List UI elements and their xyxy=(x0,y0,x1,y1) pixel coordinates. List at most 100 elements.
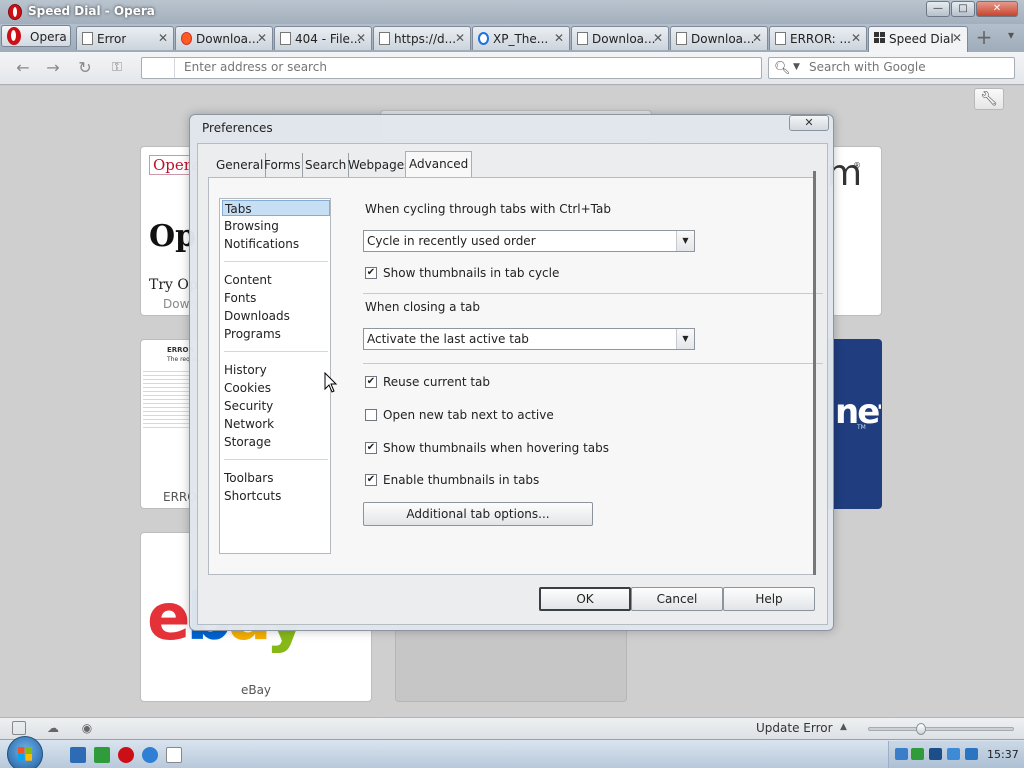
tab-error[interactable]: Error ✕ xyxy=(76,26,174,50)
speed-dial-tile-empty[interactable] xyxy=(395,626,627,702)
category-security[interactable]: Security xyxy=(222,398,330,414)
checkbox-checked-icon[interactable]: ✔ xyxy=(365,442,377,454)
minimize-button[interactable]: — xyxy=(926,1,950,17)
update-status-text[interactable]: Update Error xyxy=(756,721,833,735)
tab-download-3[interactable]: Downloa... ✕ xyxy=(670,26,768,50)
opera-taskbar-icon[interactable] xyxy=(118,747,134,763)
tab-close-icon[interactable]: ✕ xyxy=(455,31,465,45)
checkbox-unchecked-icon[interactable] xyxy=(365,409,377,421)
category-network[interactable]: Network xyxy=(222,416,330,432)
maximize-button[interactable]: □ xyxy=(951,1,975,17)
monitor-tray-icon[interactable] xyxy=(929,748,942,760)
tab-close-icon[interactable]: ✕ xyxy=(554,31,564,45)
tab-menu-icon[interactable]: ▾ xyxy=(1000,28,1022,48)
volume-tray-icon[interactable] xyxy=(965,748,978,760)
wrench-icon[interactable]: 🔧︎ xyxy=(974,88,1004,110)
security-tray-icon[interactable] xyxy=(911,748,924,760)
opera-menu-button[interactable]: Opera xyxy=(1,25,71,47)
category-storage[interactable]: Storage xyxy=(222,434,330,450)
speed-dial-tile-m[interactable]: m ® xyxy=(826,146,882,316)
category-shortcuts[interactable]: Shortcuts xyxy=(222,488,330,504)
dropdown-arrow-icon[interactable]: ▼ xyxy=(676,231,694,251)
tile-caption: eBay xyxy=(240,683,272,697)
search-input[interactable] xyxy=(809,60,1009,74)
address-field[interactable] xyxy=(141,57,762,79)
switch-windows-icon[interactable] xyxy=(94,747,110,763)
tab-forms[interactable]: Forms xyxy=(262,153,304,177)
network-tray-icon[interactable] xyxy=(895,748,908,760)
tab-general[interactable]: General xyxy=(214,153,267,177)
tab-search[interactable]: Search xyxy=(303,153,350,177)
tab-close-icon[interactable]: ✕ xyxy=(653,31,663,45)
tab-label: Speed Dial xyxy=(889,32,954,46)
tab-close-icon[interactable]: ✕ xyxy=(851,31,861,45)
closing-tab-select[interactable]: Activate the last active tab ▼ xyxy=(363,328,695,350)
checkbox-label: Show thumbnails when hovering tabs xyxy=(383,441,609,455)
zoom-slider-knob[interactable] xyxy=(916,723,926,735)
closing-tab-value: Activate the last active tab xyxy=(367,332,529,346)
category-notifications[interactable]: Notifications xyxy=(222,236,330,252)
tab-404[interactable]: 404 - File... ✕ xyxy=(274,26,372,50)
category-programs[interactable]: Programs xyxy=(222,326,330,342)
display-tray-icon[interactable] xyxy=(947,748,960,760)
ok-button[interactable]: OK xyxy=(539,587,631,611)
help-button[interactable]: Help xyxy=(723,587,815,611)
taskbar-clock[interactable]: 15:37 xyxy=(987,748,1019,761)
forward-button[interactable]: → xyxy=(42,58,64,78)
site-badge xyxy=(142,58,175,78)
tab-advanced[interactable]: Advanced xyxy=(405,151,473,177)
tab-close-icon[interactable]: ✕ xyxy=(952,31,962,45)
reload-button[interactable]: ↻ xyxy=(74,58,96,78)
dropdown-arrow-icon[interactable]: ▼ xyxy=(676,329,694,349)
search-field[interactable]: 🔍︎ ▼ xyxy=(768,57,1015,79)
tab-close-icon[interactable]: ✕ xyxy=(257,31,267,45)
speed-dial-tile-net[interactable]: net TM xyxy=(826,339,882,509)
category-toolbars[interactable]: Toolbars xyxy=(222,470,330,486)
category-content[interactable]: Content xyxy=(222,272,330,288)
checkbox-checked-icon[interactable]: ✔ xyxy=(365,267,377,279)
cancel-button[interactable]: Cancel xyxy=(631,587,723,611)
tab-close-icon[interactable]: ✕ xyxy=(752,31,762,45)
category-separator xyxy=(224,261,328,262)
cycle-order-select[interactable]: Cycle in recently used order ▼ xyxy=(363,230,695,252)
panel-edge xyxy=(813,171,816,575)
wand-key-icon[interactable]: ⚿ xyxy=(106,58,128,78)
back-button[interactable]: ← xyxy=(12,58,34,78)
category-fonts[interactable]: Fonts xyxy=(222,290,330,306)
document-icon[interactable] xyxy=(166,747,182,763)
close-window-button[interactable]: ✕ xyxy=(976,1,1018,17)
cloud-icon[interactable]: ☁ xyxy=(46,721,60,735)
tab-speed-dial[interactable]: Speed Dial ✕ xyxy=(868,26,968,52)
turbo-icon[interactable]: ◉ xyxy=(80,721,94,735)
tab-error-2[interactable]: ERROR: ... ✕ xyxy=(769,26,867,50)
panel-toggle-icon[interactable] xyxy=(12,721,26,735)
category-downloads[interactable]: Downloads xyxy=(222,308,330,324)
address-input[interactable] xyxy=(184,60,744,74)
desktop-icon[interactable] xyxy=(70,747,86,763)
category-list[interactable]: Tabs Browsing Notifications Content Font… xyxy=(219,198,331,554)
ie-icon[interactable] xyxy=(142,747,158,763)
category-cookies[interactable]: Cookies xyxy=(222,380,330,396)
tab-label: Downloa... xyxy=(691,32,755,46)
dialog-close-button[interactable]: ✕ xyxy=(789,115,829,131)
zoom-slider[interactable] xyxy=(868,723,1014,735)
checkbox-checked-icon[interactable]: ✔ xyxy=(365,474,377,486)
category-browsing[interactable]: Browsing xyxy=(222,218,330,234)
additional-tab-options-button[interactable]: Additional tab options... xyxy=(363,502,593,526)
checkbox-checked-icon[interactable]: ✔ xyxy=(365,376,377,388)
tab-webpages[interactable]: Webpages xyxy=(346,153,414,177)
status-up-arrow-icon[interactable]: ▲ xyxy=(840,722,847,732)
tab-label: Downloa... xyxy=(196,32,260,46)
tab-xp-theme[interactable]: XP_The... ✕ xyxy=(472,26,570,50)
search-engine-dropdown-icon[interactable]: ▼ xyxy=(793,62,800,72)
tab-close-icon[interactable]: ✕ xyxy=(356,31,366,45)
tile-net-tm: TM xyxy=(857,424,866,431)
category-history[interactable]: History xyxy=(222,362,330,378)
tab-close-icon[interactable]: ✕ xyxy=(158,31,168,45)
tab-download-2[interactable]: Downloa... ✕ xyxy=(571,26,669,50)
windows-start-button[interactable] xyxy=(7,736,43,768)
category-tabs[interactable]: Tabs xyxy=(222,200,330,216)
new-tab-button[interactable]: + xyxy=(972,27,996,48)
tab-https[interactable]: https://d... ✕ xyxy=(373,26,471,50)
tab-download-1[interactable]: Downloa... ✕ xyxy=(175,26,273,50)
